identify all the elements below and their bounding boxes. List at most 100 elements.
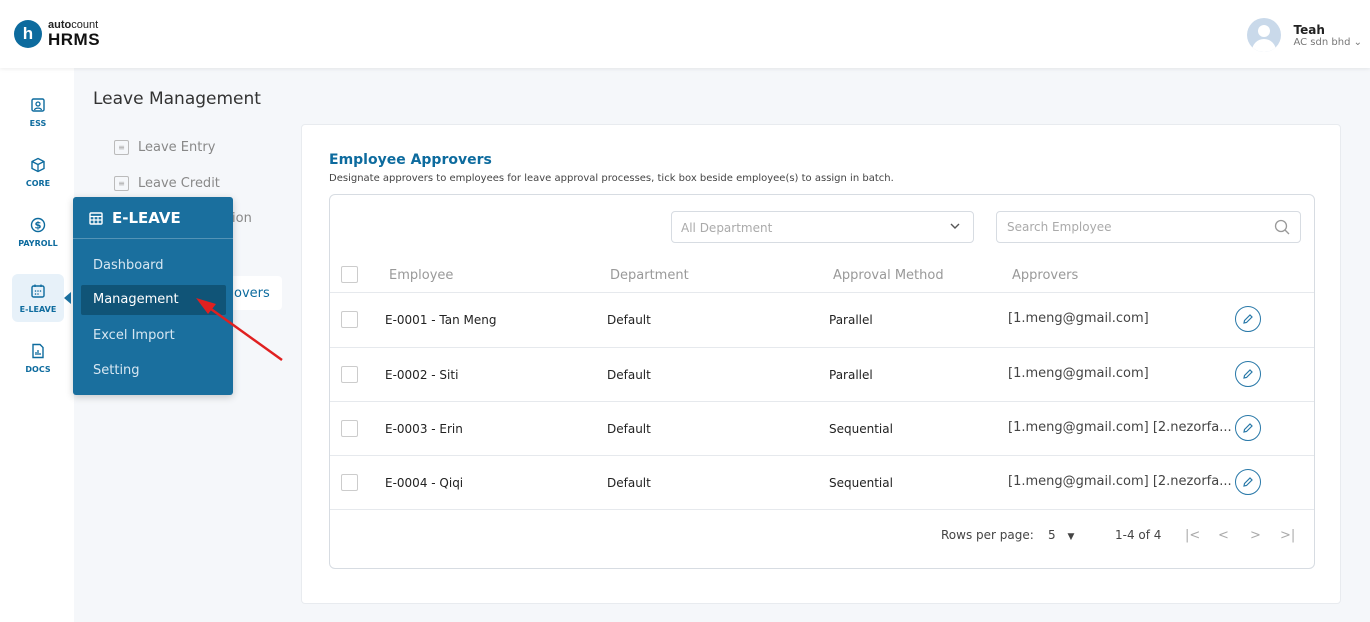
flyout-item-excel-import[interactable]: Excel Import (93, 328, 175, 343)
row-divider (330, 292, 1314, 293)
row-divider (330, 455, 1314, 456)
flyout-header: E-LEAVE (73, 197, 233, 239)
search-input[interactable] (998, 213, 1258, 241)
row-divider (330, 509, 1314, 510)
payroll-icon: $ (30, 217, 46, 236)
user-menu[interactable]: Teah AC sdn bhd ⌄ (1247, 18, 1362, 52)
select-all-checkbox[interactable] (341, 266, 358, 283)
calendar-icon (89, 211, 103, 225)
row-divider (330, 401, 1314, 402)
department-cell: Default (607, 422, 651, 436)
subnav-label: Leave Entry (138, 140, 216, 155)
company-name: AC sdn bhd (1293, 36, 1351, 48)
app-logo[interactable]: h autocount HRMS (14, 20, 100, 48)
method-cell: Sequential (829, 476, 893, 490)
chevron-down-icon (949, 220, 961, 235)
subnav-label: Leave Credit (138, 176, 220, 191)
rail-item-core[interactable]: CORE (12, 148, 64, 196)
rail-item-payroll[interactable]: $ PAYROLL (12, 208, 64, 256)
row-divider (330, 347, 1314, 348)
pencil-icon (1243, 423, 1253, 433)
rail-item-ess[interactable]: ESS (12, 88, 64, 136)
edit-button[interactable] (1235, 306, 1261, 332)
rows-per-page-value: 5 (1048, 528, 1056, 542)
subnav-leave-credit[interactable]: ≡ Leave Credit (114, 176, 220, 191)
pencil-icon (1243, 477, 1253, 487)
edit-button[interactable] (1235, 469, 1261, 495)
edit-button[interactable] (1235, 415, 1261, 441)
subnav-label: ion (232, 211, 252, 226)
rows-per-page-select[interactable]: 5 ▼ (1048, 528, 1074, 542)
section-title: Leave Management (93, 89, 261, 109)
employee-cell: E-0004 - Qiqi (385, 476, 464, 490)
row-checkbox[interactable] (341, 474, 358, 491)
rail-label-e-leave: E-LEAVE (19, 304, 57, 314)
employee-cell: E-0001 - Tan Meng (385, 313, 497, 327)
flyout-item-setting[interactable]: Setting (93, 363, 140, 378)
next-page-button[interactable]: > (1250, 528, 1261, 543)
top-bar: h autocount HRMS Teah AC sdn bhd ⌄ (0, 0, 1370, 68)
e-leave-icon (30, 283, 46, 302)
employee-approvers-card: Employee Approvers Designate approvers t… (301, 124, 1341, 604)
document-icon: ≡ (114, 176, 129, 191)
rail-caret (64, 292, 71, 304)
card-description: Designate approvers to employees for lea… (329, 173, 894, 184)
column-header-department[interactable]: Department (610, 268, 689, 283)
previous-page-button[interactable]: < (1218, 528, 1229, 543)
column-header-approvers[interactable]: Approvers (1012, 268, 1078, 283)
svg-text:$: $ (35, 220, 42, 231)
column-header-approval-method[interactable]: Approval Method (833, 268, 944, 283)
rail-label-payroll: PAYROLL (18, 238, 58, 248)
pencil-icon (1243, 314, 1253, 324)
document-icon: ≡ (114, 140, 129, 155)
subnav-leave-application[interactable]: ion (232, 211, 252, 226)
last-page-button[interactable]: >| (1280, 528, 1295, 543)
annotation-arrow (196, 298, 283, 362)
approvers-cell: [1.meng@gmail.com] (1008, 366, 1149, 381)
approvers-cell: [1.meng@gmail.com] (1008, 311, 1149, 326)
core-icon (30, 157, 46, 176)
search-icon[interactable] (1274, 219, 1290, 235)
rail-label-docs: DOCS (25, 364, 51, 374)
method-cell: Parallel (829, 368, 873, 382)
pagination-range: 1-4 of 4 (1115, 528, 1162, 542)
approvers-table: All Department Employee Department Appro… (329, 194, 1315, 569)
rail-label-core: CORE (25, 178, 51, 188)
department-cell: Default (607, 313, 651, 327)
employee-cell: E-0002 - Siti (385, 368, 459, 382)
subnav-leave-entry[interactable]: ≡ Leave Entry (114, 140, 215, 155)
user-name: Teah (1293, 22, 1325, 37)
card-title: Employee Approvers (329, 152, 492, 168)
rail-item-docs[interactable]: DOCS (12, 334, 64, 382)
first-page-button[interactable]: |< (1185, 528, 1200, 543)
edit-button[interactable] (1235, 361, 1261, 387)
module-rail: ESS CORE $ PAYROLL E-LEAVE DOCS (0, 68, 74, 622)
flyout-item-dashboard[interactable]: Dashboard (93, 258, 164, 273)
avatar[interactable] (1247, 18, 1282, 52)
caret-down-icon: ▼ (1067, 532, 1075, 542)
row-checkbox[interactable] (341, 366, 358, 383)
row-checkbox[interactable] (341, 311, 358, 328)
employee-cell: E-0003 - Erin (385, 422, 463, 436)
flyout-title: E-LEAVE (112, 208, 181, 227)
rows-per-page-label: Rows per page: (941, 528, 1034, 542)
department-cell: Default (607, 368, 651, 382)
logo-mark: h (14, 20, 42, 48)
rail-item-e-leave[interactable]: E-LEAVE (12, 274, 64, 322)
approvers-cell: [1.meng@gmail.com] [2.nezorfa... (1008, 474, 1232, 489)
pencil-icon (1243, 369, 1253, 379)
method-cell: Parallel (829, 313, 873, 327)
rail-label-ess: ESS (29, 118, 47, 128)
department-select[interactable]: All Department (671, 211, 974, 243)
chevron-down-icon: ⌄ (1353, 36, 1362, 48)
ess-icon (30, 97, 46, 116)
docs-icon (30, 343, 46, 362)
row-checkbox[interactable] (341, 420, 358, 437)
approvers-cell: [1.meng@gmail.com] [2.nezorfa... (1008, 420, 1232, 435)
method-cell: Sequential (829, 422, 893, 436)
department-cell: Default (607, 476, 651, 490)
column-header-employee[interactable]: Employee (389, 268, 453, 283)
employee-search (996, 211, 1301, 243)
logo-product-name: HRMS (48, 30, 101, 49)
department-select-value: All Department (681, 221, 773, 235)
